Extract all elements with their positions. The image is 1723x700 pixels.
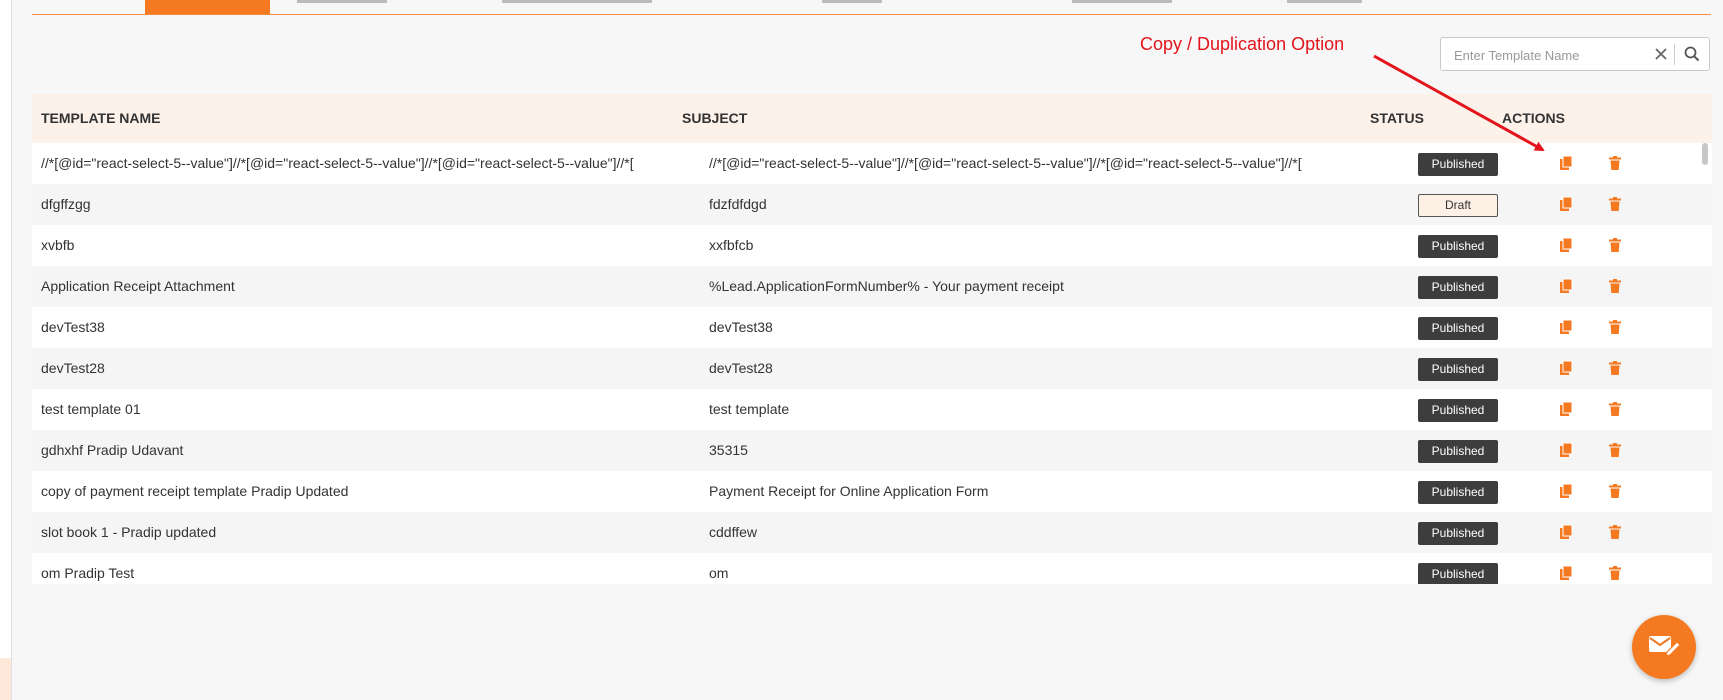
template-search: [1440, 37, 1710, 71]
tab-bar: [32, 0, 1711, 15]
template-name-cell: test template 01: [41, 401, 141, 417]
copy-icon[interactable]: [1558, 360, 1574, 376]
copy-icon[interactable]: [1558, 565, 1574, 581]
subject-cell: //*[@id="react-select-5--value"]//*[@id=…: [709, 155, 1302, 171]
trash-icon[interactable]: [1607, 483, 1623, 499]
status-badge: Published: [1418, 276, 1498, 299]
trash-icon[interactable]: [1607, 319, 1623, 335]
tab-label-fragment[interactable]: [1072, 0, 1172, 3]
tab-label-fragment[interactable]: [502, 0, 652, 3]
copy-icon[interactable]: [1558, 155, 1574, 171]
status-badge: Published: [1418, 358, 1498, 381]
template-name-cell: om Pradip Test: [41, 565, 135, 581]
trash-icon[interactable]: [1607, 196, 1623, 212]
header-template-name[interactable]: TEMPLATE NAME: [41, 110, 161, 126]
subject-cell: devTest38: [709, 319, 773, 335]
trash-icon[interactable]: [1607, 524, 1623, 540]
subject-cell: 35315: [709, 442, 748, 458]
subject-cell: devTest28: [709, 360, 773, 376]
copy-icon[interactable]: [1558, 278, 1574, 294]
subject-cell: xxfbfcb: [709, 237, 754, 253]
templates-table: TEMPLATE NAME SUBJECT STATUS ACTIONS //*…: [32, 94, 1712, 584]
subject-cell: test template: [709, 401, 790, 417]
template-name-cell: copy of payment receipt template Pradip …: [41, 483, 349, 499]
template-name-cell: slot book 1 - Pradip updated: [41, 524, 217, 540]
copy-icon[interactable]: [1558, 483, 1574, 499]
trash-icon[interactable]: [1607, 401, 1623, 417]
table-header: TEMPLATE NAME SUBJECT STATUS ACTIONS: [32, 94, 1712, 143]
header-subject[interactable]: SUBJECT: [682, 110, 747, 126]
copy-icon[interactable]: [1558, 524, 1574, 540]
table-row[interactable]: devTest28 devTest28 Published: [32, 348, 1712, 389]
search-icon[interactable]: [1678, 43, 1706, 65]
table-scrollbar-thumb[interactable]: [1702, 143, 1708, 165]
template-name-cell: dfgffzgg: [41, 196, 91, 212]
trash-icon[interactable]: [1607, 442, 1623, 458]
subject-cell: fdzfdfdgd: [709, 196, 767, 212]
table-row[interactable]: Application Receipt Attachment %Lead.Appl…: [32, 266, 1712, 307]
table-row[interactable]: //*[@id="react-select-5--value"]//*[@id=…: [32, 143, 1712, 184]
trash-icon[interactable]: [1607, 155, 1623, 171]
copy-icon[interactable]: [1558, 319, 1574, 335]
trash-icon[interactable]: [1607, 565, 1623, 581]
table-row[interactable]: om Pradip Test om Published: [32, 553, 1712, 584]
table-row[interactable]: devTest38 devTest38 Published: [32, 307, 1712, 348]
tab-label-fragment[interactable]: [297, 0, 387, 3]
table-row[interactable]: test template 01 test template Published: [32, 389, 1712, 430]
table-row[interactable]: xvbfb xxfbfcb Published: [32, 225, 1712, 266]
compose-email-button[interactable]: [1632, 615, 1696, 679]
status-badge: Published: [1418, 481, 1498, 504]
table-body: //*[@id="react-select-5--value"]//*[@id=…: [32, 143, 1712, 584]
trash-icon[interactable]: [1607, 237, 1623, 253]
status-badge: Draft: [1418, 194, 1498, 217]
template-name-cell: devTest28: [41, 360, 105, 376]
left-rail-active-indicator: [0, 658, 11, 700]
search-input[interactable]: [1452, 44, 1661, 66]
status-badge: Published: [1418, 563, 1498, 584]
trash-icon[interactable]: [1607, 360, 1623, 376]
search-divider: [1674, 44, 1675, 65]
status-badge: Published: [1418, 153, 1498, 176]
close-icon[interactable]: [1650, 43, 1672, 65]
table-row[interactable]: gdhxhf Pradip Udavant 35315 Published: [32, 430, 1712, 471]
subject-cell: cddffew: [709, 524, 757, 540]
copy-icon[interactable]: [1558, 442, 1574, 458]
status-badge: Published: [1418, 235, 1498, 258]
annotation-label: Copy / Duplication Option: [1140, 34, 1345, 54]
copy-icon[interactable]: [1558, 401, 1574, 417]
status-badge: Published: [1418, 399, 1498, 422]
active-tab[interactable]: [145, 0, 270, 14]
template-name-cell: gdhxhf Pradip Udavant: [41, 442, 184, 458]
table-row[interactable]: dfgffzgg fdzfdfdgd Draft: [32, 184, 1712, 225]
template-name-cell: Application Receipt Attachment: [41, 278, 235, 294]
mail-edit-icon: [1647, 630, 1681, 665]
status-badge: Published: [1418, 440, 1498, 463]
copy-icon[interactable]: [1558, 237, 1574, 253]
status-badge: Published: [1418, 522, 1498, 545]
subject-cell: om: [709, 565, 729, 581]
header-status[interactable]: STATUS: [1370, 110, 1424, 126]
status-badge: Published: [1418, 317, 1498, 340]
subject-cell: %Lead.ApplicationFormNumber% - Your paym…: [709, 278, 1064, 294]
subject-cell: Payment Receipt for Online Application F…: [709, 483, 989, 499]
template-name-cell: //*[@id="react-select-5--value"]//*[@id=…: [41, 155, 634, 171]
template-name-cell: devTest38: [41, 319, 105, 335]
trash-icon[interactable]: [1607, 278, 1623, 294]
table-row[interactable]: slot book 1 - Pradip updated cddffew Publi…: [32, 512, 1712, 553]
header-actions: ACTIONS: [1502, 110, 1565, 126]
table-scrollbar[interactable]: [1700, 143, 1710, 581]
template-name-cell: xvbfb: [41, 237, 75, 253]
tab-label-fragment[interactable]: [822, 0, 882, 3]
left-rail: [0, 0, 12, 700]
tab-label-fragment[interactable]: [1287, 0, 1362, 3]
table-row[interactable]: copy of payment receipt template Pradip …: [32, 471, 1712, 512]
copy-icon[interactable]: [1558, 196, 1574, 212]
